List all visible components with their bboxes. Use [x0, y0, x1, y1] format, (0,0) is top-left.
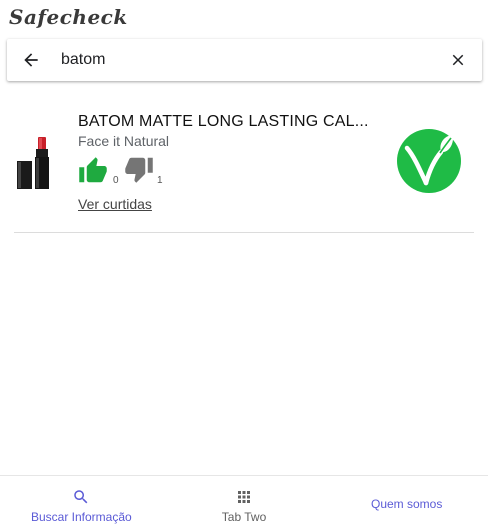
product-brand: Face it Natural	[78, 133, 170, 149]
thumbs-down-icon[interactable]	[124, 154, 154, 184]
tab-quem-somos[interactable]: Quem somos	[325, 476, 488, 530]
bottom-tab-bar: Buscar Informação Tab Two Quem somos	[0, 475, 488, 530]
thumbs-up-icon[interactable]	[78, 156, 108, 186]
tab-label: Buscar Informação	[30, 510, 132, 524]
back-arrow-icon[interactable]	[21, 50, 41, 70]
product-image	[14, 135, 58, 191]
tab-two[interactable]: Tab Two	[163, 476, 326, 530]
tab-label: Quem somos	[371, 497, 443, 511]
grid-icon	[235, 488, 253, 506]
product-list-item[interactable]: BATOM MATTE LONG LASTING CAL... Face it …	[14, 100, 474, 232]
search-icon	[72, 488, 90, 506]
view-likes-link[interactable]: Ver curtidas	[78, 196, 152, 212]
tab-label: Tab Two	[221, 510, 267, 524]
app-logo: Safecheck	[9, 5, 128, 29]
search-bar	[7, 39, 482, 81]
upvote-count: 0	[113, 175, 119, 186]
vegan-leaf-icon	[396, 128, 462, 194]
search-input[interactable]	[61, 45, 421, 75]
tab-buscar-informacao[interactable]: Buscar Informação	[0, 476, 163, 530]
clear-search-icon[interactable]	[448, 50, 468, 70]
downvote-count: 1	[157, 175, 163, 186]
product-title: BATOM MATTE LONG LASTING CAL...	[78, 113, 369, 130]
list-divider	[14, 232, 474, 233]
